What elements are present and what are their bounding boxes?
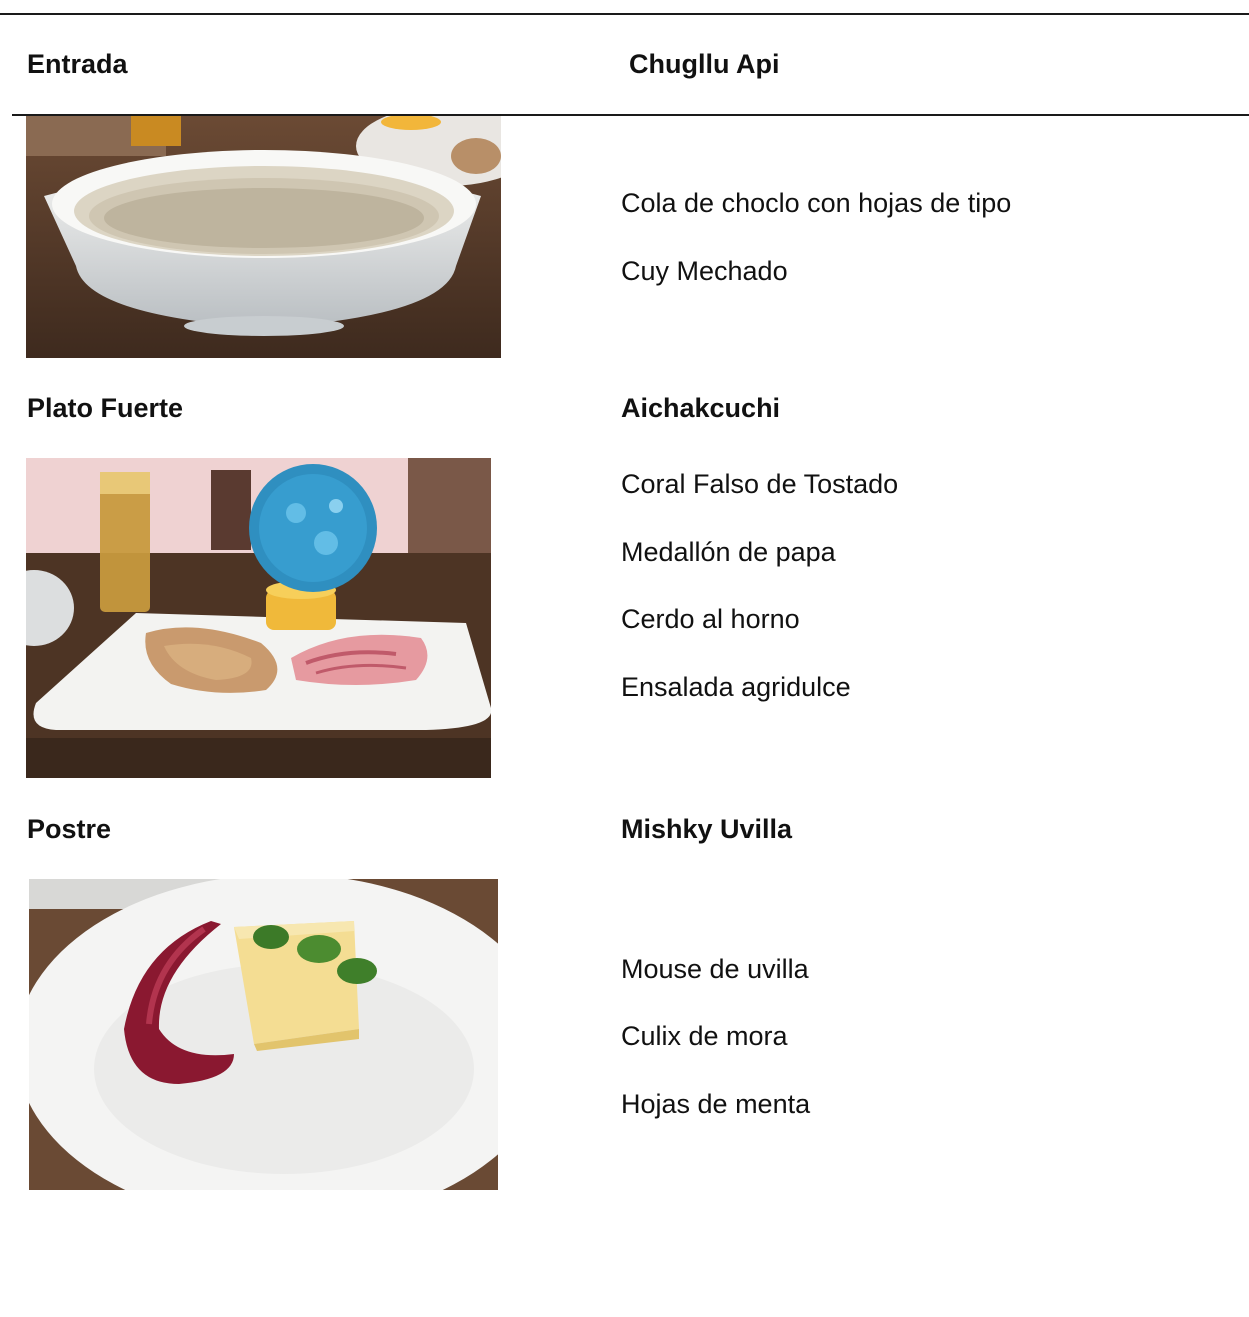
dish-name: Mishky Uvilla <box>621 814 793 844</box>
dish-item: Cerdo al horno <box>621 604 800 634</box>
dish-item: Hojas de menta <box>621 1089 811 1119</box>
dish-item: Ensalada agridulce <box>621 672 851 702</box>
dessert-plate-photo <box>29 879 498 1190</box>
dish-item: Coral Falso de Tostado <box>621 469 899 499</box>
main-plate-photo <box>26 458 491 778</box>
course-label: Postre <box>27 814 112 844</box>
header-left-label: Entrada <box>27 49 128 79</box>
soup-bowl-photo <box>26 116 501 358</box>
dish-item: Mouse de uvilla <box>621 954 809 984</box>
course-label: Plato Fuerte <box>27 393 184 423</box>
header-right-label: Chugllu Api <box>629 49 780 79</box>
dish-item: Medallón de papa <box>621 537 836 567</box>
table-top-rule <box>0 13 1249 15</box>
dish-item: Cuy Mechado <box>621 256 788 286</box>
dish-item: Cola de choclo con hojas de tipo <box>621 188 1012 218</box>
dish-name: Aichakcuchi <box>621 393 781 423</box>
dish-item: Culix de mora <box>621 1021 788 1051</box>
